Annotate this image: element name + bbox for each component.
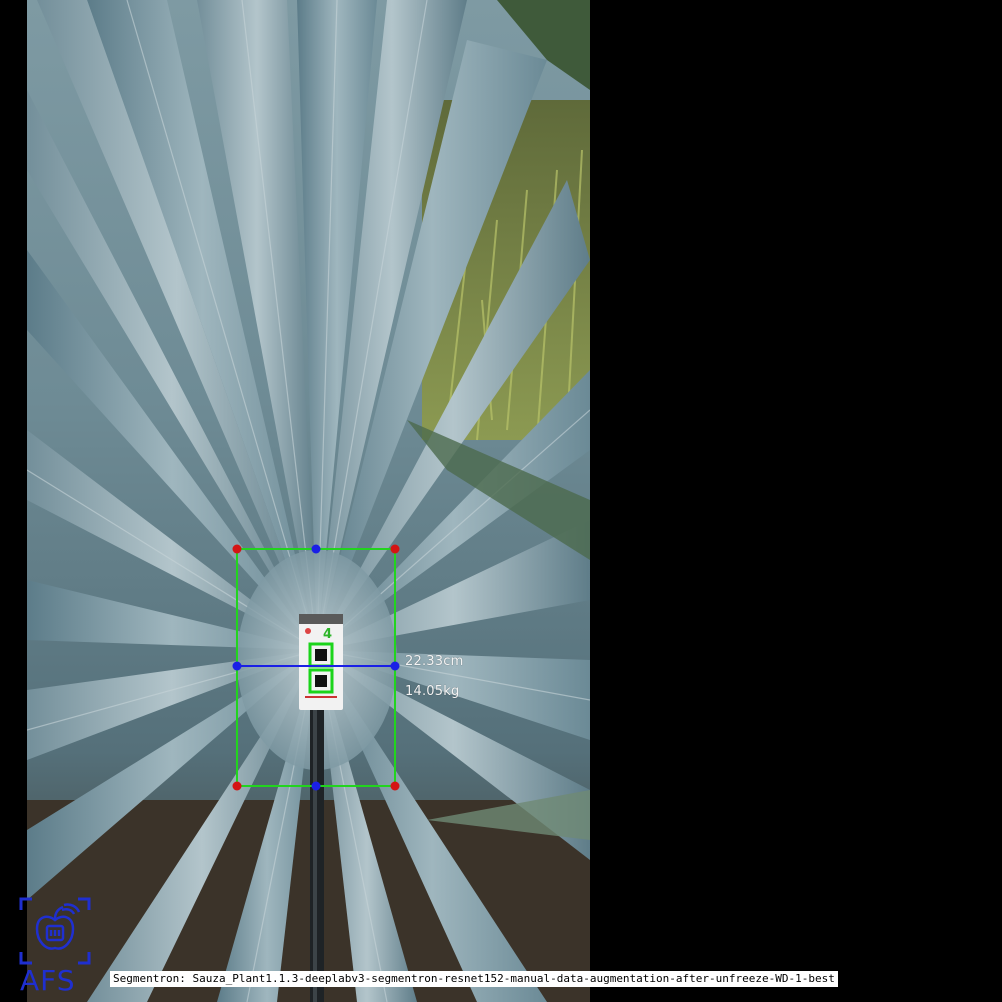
agave-photo: 4: [27, 0, 590, 1002]
image-viewer: 4 22.33cm 14.05kg AFS Segmentron: Sauza_…: [0, 0, 1002, 1002]
weight-measurement-label: 14.05kg: [405, 684, 460, 699]
apple-chip-logo-icon: [19, 897, 91, 965]
model-caption: Segmentron: Sauza_Plant1.1.3-deeplabv3-s…: [110, 971, 838, 987]
svg-text:4: 4: [323, 627, 332, 642]
afs-logo-text: AFS: [20, 964, 76, 997]
width-measurement-label: 22.33cm: [405, 654, 464, 669]
